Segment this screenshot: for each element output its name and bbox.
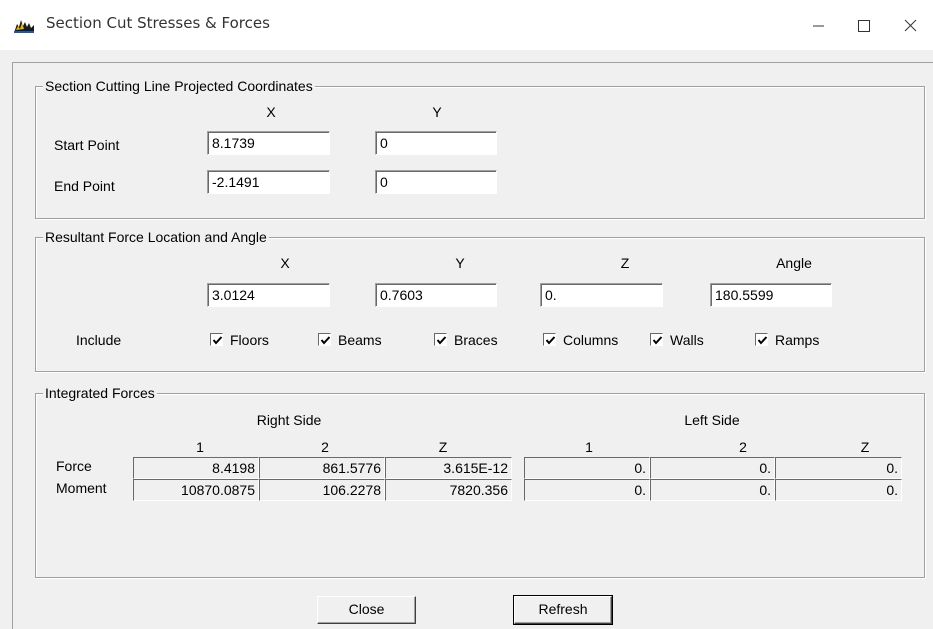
moment-right-1: 10870.0875 <box>133 479 259 501</box>
resultant-legend: Resultant Force Location and Angle <box>43 229 269 245</box>
force-row-label: Force <box>56 458 92 474</box>
force-left-1: 0. <box>524 457 650 479</box>
end-x-field[interactable]: -2.1491 <box>207 170 330 194</box>
checkbox-box <box>318 333 331 346</box>
include-beams-label: Beams <box>338 332 382 348</box>
start-x-field[interactable]: 8.1739 <box>207 131 330 155</box>
right-colz-header: Z <box>438 439 448 455</box>
moment-right-z: 7820.356 <box>385 479 512 501</box>
checkmark-icon <box>757 336 768 345</box>
minimize-icon <box>813 25 824 27</box>
close-button[interactable]: Close <box>317 596 416 624</box>
integrated-forces-legend: Integrated Forces <box>43 385 157 401</box>
include-ramps-label: Ramps <box>775 332 820 348</box>
cutting-line-group: Section Cutting Line Projected Coordinat… <box>35 78 925 219</box>
moment-left-z: 0. <box>775 479 902 501</box>
left-col1-header: 1 <box>585 439 593 455</box>
title-bar: Section Cut Stresses & Forces <box>0 0 933 50</box>
maximize-button[interactable] <box>841 0 887 50</box>
maximize-icon <box>858 20 870 32</box>
checkmark-icon <box>320 336 331 345</box>
checkbox-box <box>650 333 663 346</box>
left-side-header: Left Side <box>684 412 740 428</box>
checkbox-box <box>755 333 768 346</box>
force-right-z: 3.615E-12 <box>385 457 512 479</box>
include-columns-label: Columns <box>563 332 619 348</box>
right-side-header: Right Side <box>256 412 322 428</box>
left-colz-header: Z <box>860 439 870 455</box>
moment-left-1: 0. <box>524 479 650 501</box>
resultant-x-header: X <box>280 255 290 271</box>
include-label: Include <box>76 332 122 348</box>
dialog-panel: Section Cutting Line Projected Coordinat… <box>12 62 933 629</box>
resultant-y-field[interactable]: 0.7603 <box>375 283 497 307</box>
resultant-x-field[interactable]: 3.0124 <box>207 283 330 307</box>
force-left-2: 0. <box>650 457 775 479</box>
close-window-button[interactable] <box>887 0 933 50</box>
force-left-z: 0. <box>775 457 902 479</box>
window-title: Section Cut Stresses & Forces <box>46 14 270 32</box>
include-walls-label: Walls <box>670 332 704 348</box>
resultant-group: Resultant Force Location and Angle X Y Z… <box>35 229 925 372</box>
start-point-label: Start Point <box>54 137 120 153</box>
resultant-z-field[interactable]: 0. <box>540 283 663 307</box>
resultant-y-header: Y <box>455 255 465 271</box>
dialog-body: Section Cutting Line Projected Coordinat… <box>0 50 933 629</box>
right-col2-header: 2 <box>321 439 329 455</box>
checkbox-box <box>434 333 447 346</box>
include-floors-label: Floors <box>230 332 269 348</box>
cutting-line-legend: Section Cutting Line Projected Coordinat… <box>43 78 315 94</box>
refresh-button[interactable]: Refresh <box>513 595 613 625</box>
moment-left-2: 0. <box>650 479 775 501</box>
integrated-forces-group: Integrated Forces Right Side Left Side 1… <box>35 385 925 578</box>
resultant-z-header: Z <box>620 255 630 271</box>
start-y-field[interactable]: 0 <box>375 131 497 155</box>
checkmark-icon <box>212 336 223 345</box>
checkbox-box <box>210 333 223 346</box>
moment-row-label: Moment <box>56 480 107 496</box>
end-point-label: End Point <box>54 178 115 194</box>
checkmark-icon <box>652 336 663 345</box>
checkmark-icon <box>545 336 556 345</box>
force-right-1: 8.4198 <box>133 457 259 479</box>
moment-right-2: 106.2278 <box>259 479 385 501</box>
force-right-2: 861.5776 <box>259 457 385 479</box>
resultant-angle-field[interactable]: 180.5599 <box>710 283 832 307</box>
left-col2-header: 2 <box>739 439 747 455</box>
include-braces-label: Braces <box>454 332 498 348</box>
cutting-line-y-header: Y <box>432 104 442 120</box>
right-col1-header: 1 <box>196 439 204 455</box>
checkmark-icon <box>436 336 447 345</box>
cutting-line-x-header: X <box>266 104 276 120</box>
close-icon <box>904 19 917 32</box>
checkbox-box <box>543 333 556 346</box>
app-icon <box>14 17 34 33</box>
resultant-angle-header: Angle <box>776 255 812 271</box>
minimize-button[interactable] <box>795 0 841 50</box>
end-y-field[interactable]: 0 <box>375 170 497 194</box>
